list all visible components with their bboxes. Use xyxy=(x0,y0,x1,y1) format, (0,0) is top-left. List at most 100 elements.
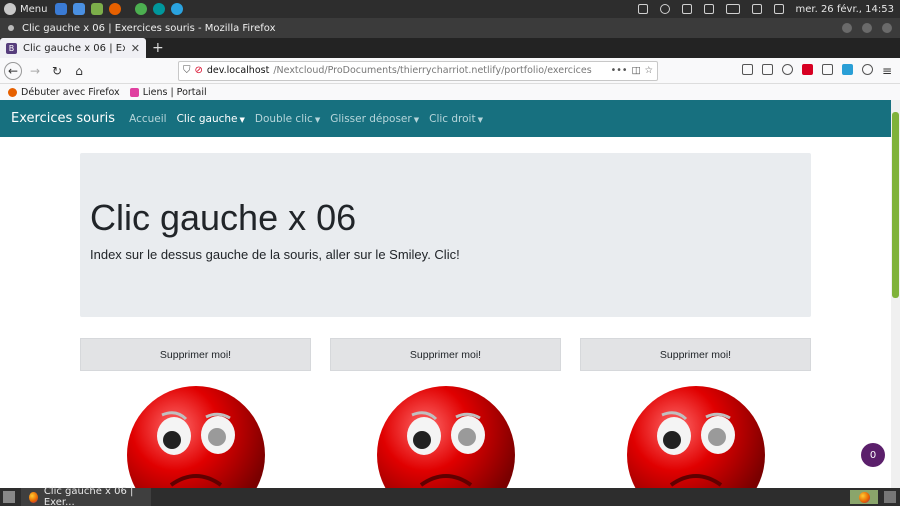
launchers xyxy=(55,3,183,15)
os-taskbar: Clic gauche x 06 | Exer... xyxy=(0,488,900,506)
home-button[interactable]: ⌂ xyxy=(70,62,88,80)
nav-clic-gauche[interactable]: Clic gauche▼ xyxy=(177,113,245,125)
firefox-icon xyxy=(29,492,38,503)
volume-icon[interactable] xyxy=(752,4,762,14)
lightbulb-icon[interactable] xyxy=(660,4,670,14)
reload-button[interactable]: ↻ xyxy=(48,62,66,80)
caret-down-icon: ▼ xyxy=(315,116,320,124)
bluetooth-icon[interactable] xyxy=(682,4,692,14)
ublock-icon[interactable] xyxy=(802,64,813,75)
wifi-icon[interactable] xyxy=(704,4,714,14)
show-desktop-icon[interactable] xyxy=(3,491,15,503)
scrollbar-thumb[interactable] xyxy=(892,112,899,298)
bookmark-liens[interactable]: Liens | Portail xyxy=(130,87,207,98)
bookmark-label: Liens | Portail xyxy=(143,87,207,98)
tab-title: Clic gauche x 06 | Exercic xyxy=(23,43,125,54)
os-menu-button[interactable]: Menu xyxy=(0,3,47,15)
system-tray: mer. 26 févr., 14:53 xyxy=(638,4,900,15)
task-label: Clic gauche x 06 | Exer... xyxy=(44,486,143,508)
jumbotron: Clic gauche x 06 Index sur le dessus gau… xyxy=(80,153,811,317)
page-viewport: Exercices souris Accueil Clic gauche▼ Do… xyxy=(0,100,891,488)
delete-button-1[interactable]: Supprimer moi! xyxy=(80,338,311,371)
site-brand[interactable]: Exercices souris xyxy=(11,111,115,126)
toolbar-right: ≡ xyxy=(742,64,900,78)
window-titlebar[interactable]: Clic gauche x 06 | Exercices souris - Mo… xyxy=(0,18,900,38)
nav-accueil[interactable]: Accueil xyxy=(129,113,167,125)
close-tab-icon[interactable]: ✕ xyxy=(131,42,140,55)
telegram-launcher-icon[interactable] xyxy=(171,3,183,15)
forward-button[interactable]: → xyxy=(26,62,44,80)
caret-down-icon: ▼ xyxy=(414,116,419,124)
browser-launcher-icon[interactable] xyxy=(73,3,85,15)
close-window-button[interactable] xyxy=(882,23,892,33)
bookmark-label: Débuter avec Firefox xyxy=(21,87,120,98)
arduino-launcher-icon[interactable] xyxy=(153,3,165,15)
extension-icon[interactable] xyxy=(822,64,833,75)
tor-launcher-icon[interactable] xyxy=(135,3,147,15)
maximize-button[interactable] xyxy=(862,23,872,33)
browser-toolbar: ← → ↻ ⌂ ⛉ ⊘ dev.localhost /Nextcloud/Pro… xyxy=(0,58,900,84)
clock[interactable]: mer. 26 févr., 14:53 xyxy=(796,4,895,15)
sad-smiley-3[interactable] xyxy=(626,385,766,488)
nav-label: Double clic xyxy=(255,113,313,125)
nav-clic-droit[interactable]: Clic droit▼ xyxy=(429,113,483,125)
shield-icon[interactable]: ⛉ xyxy=(183,65,191,76)
nav-double-clic[interactable]: Double clic▼ xyxy=(255,113,320,125)
delete-button-2[interactable]: Supprimer moi! xyxy=(330,338,561,371)
sidebar-icon[interactable] xyxy=(762,64,773,75)
minimize-button[interactable] xyxy=(842,23,852,33)
account-icon[interactable] xyxy=(782,64,793,75)
workspace-switcher[interactable] xyxy=(850,490,878,504)
notification-badge[interactable]: 0 xyxy=(861,443,885,467)
sad-smiley-2[interactable] xyxy=(376,385,516,488)
site-navbar: Exercices souris Accueil Clic gauche▼ Do… xyxy=(0,100,891,137)
url-path: /Nextcloud/ProDocuments/thierrycharriot.… xyxy=(273,65,606,76)
menu-label: Menu xyxy=(20,4,47,15)
nav-label: Glisser déposer xyxy=(330,113,412,125)
back-button[interactable]: ← xyxy=(4,62,22,80)
caret-down-icon: ▼ xyxy=(478,116,483,124)
tab-strip: B Clic gauche x 06 | Exercic ✕ + xyxy=(0,38,900,58)
settings-icon[interactable] xyxy=(774,4,784,14)
nav-label: Clic gauche xyxy=(177,113,238,125)
portal-icon xyxy=(130,88,139,97)
nav-glisser-deposer[interactable]: Glisser déposer▼ xyxy=(330,113,419,125)
sync-icon[interactable] xyxy=(862,64,873,75)
window-dot-icon xyxy=(8,25,14,31)
battery-icon[interactable] xyxy=(726,4,740,14)
bookmarks-bar: Débuter avec Firefox Liens | Portail xyxy=(0,84,900,100)
caret-down-icon: ▼ xyxy=(240,116,245,124)
menu-icon xyxy=(4,3,16,15)
workspace-icon[interactable] xyxy=(884,491,896,503)
window-controls xyxy=(842,23,900,33)
separator-icon xyxy=(638,4,648,14)
hamburger-menu-icon[interactable]: ≡ xyxy=(882,64,892,78)
page-lead: Index sur le dessus gauche de la souris,… xyxy=(90,247,460,262)
sad-smiley-1[interactable] xyxy=(126,385,266,488)
new-tab-button[interactable]: + xyxy=(146,38,170,58)
files-launcher-icon[interactable] xyxy=(55,3,67,15)
page-actions-button[interactable]: ••• xyxy=(611,65,628,76)
window-title: Clic gauche x 06 | Exercices souris - Mo… xyxy=(22,23,276,34)
delete-button-3[interactable]: Supprimer moi! xyxy=(580,338,811,371)
bookmark-debuter[interactable]: Débuter avec Firefox xyxy=(8,87,120,98)
taskbar-right xyxy=(850,490,900,504)
pocket-icon[interactable]: ◫ xyxy=(631,65,640,76)
page-title: Clic gauche x 06 xyxy=(90,197,356,239)
taskbar-firefox-window[interactable]: Clic gauche x 06 | Exer... xyxy=(21,488,151,506)
firefox-icon xyxy=(859,492,870,503)
firefox-launcher-icon[interactable] xyxy=(109,3,121,15)
bootstrap-favicon-icon: B xyxy=(6,43,17,54)
extension-badge-icon[interactable] xyxy=(842,64,853,75)
insecure-lock-icon[interactable]: ⊘ xyxy=(195,65,203,76)
url-bar[interactable]: ⛉ ⊘ dev.localhost /Nextcloud/ProDocument… xyxy=(178,61,658,81)
nav-label: Accueil xyxy=(129,113,167,125)
library-icon[interactable] xyxy=(742,64,753,75)
page-scrollbar[interactable] xyxy=(891,100,900,488)
bookmark-star-icon[interactable]: ☆ xyxy=(644,65,653,76)
folder-launcher-icon[interactable] xyxy=(91,3,103,15)
os-top-panel: Menu mer. 26 févr., 14:53 xyxy=(0,0,900,18)
nav-label: Clic droit xyxy=(429,113,476,125)
tab-active[interactable]: B Clic gauche x 06 | Exercic ✕ xyxy=(0,38,146,58)
url-host: dev.localhost xyxy=(207,65,269,76)
